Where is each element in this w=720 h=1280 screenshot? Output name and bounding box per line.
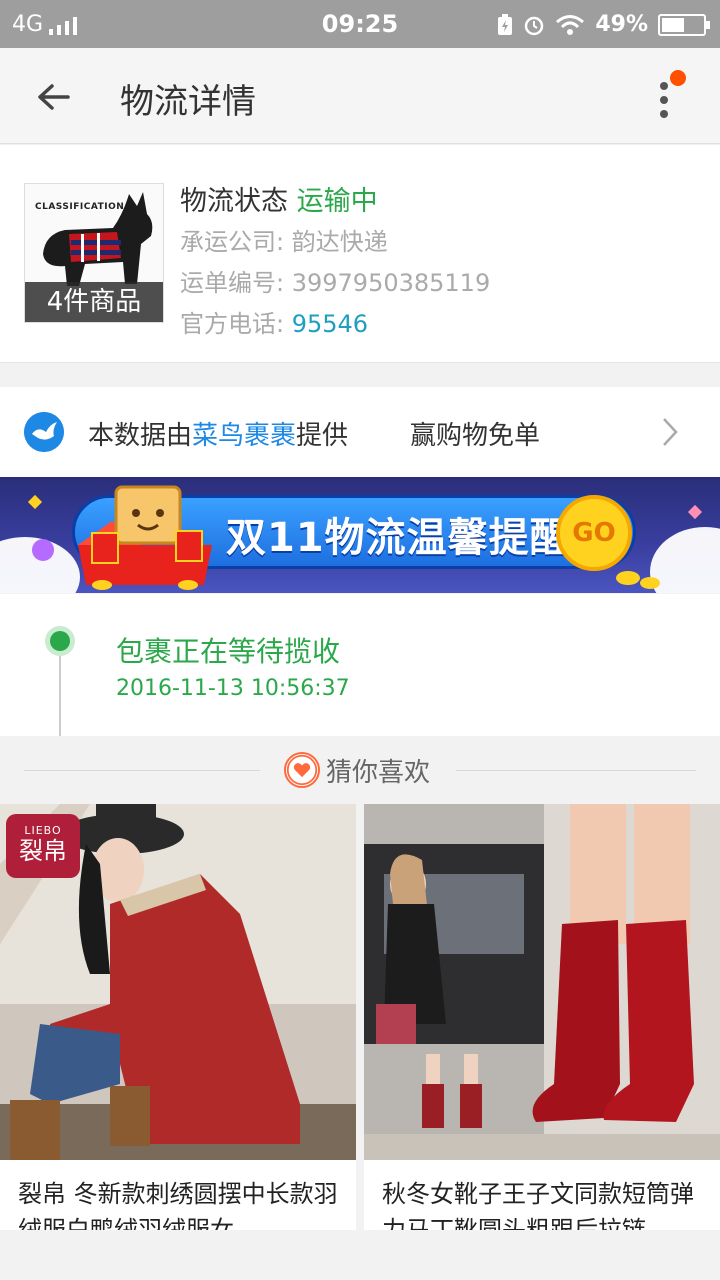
chevron-right-icon[interactable] [660, 417, 680, 447]
timeline-event-time: 2016-11-13 10:56:37 [116, 676, 350, 701]
provider-prefix: 本数据由 [88, 421, 193, 451]
tracking-row: 运单编号: 3997950385119 [180, 263, 490, 304]
free-order-promo[interactable]: 赢购物免单 [410, 415, 540, 452]
status-bar: 4G 09:25 49% [0, 0, 720, 48]
more-dot-icon [660, 110, 668, 118]
coin-decoration [616, 571, 640, 585]
more-menu-button[interactable] [650, 70, 694, 126]
status-row: 物流状态 运输中 [180, 181, 490, 222]
status-label: 物流状态 [180, 186, 288, 217]
star-decoration [687, 504, 703, 520]
more-dot-icon [660, 96, 668, 104]
more-dot-icon [660, 82, 668, 90]
back-arrow-icon[interactable] [30, 72, 80, 122]
planet-decoration [32, 539, 54, 561]
divider-line [24, 770, 260, 771]
timeline-connector [59, 652, 61, 736]
product-title[interactable]: 秋冬女靴子王子文同款短筒弹力马丁靴圆头粗跟后拉链 [382, 1176, 712, 1230]
timeline-event-text: 包裹正在等待揽收 [116, 635, 341, 668]
notification-badge [670, 70, 686, 86]
divider-line [456, 770, 696, 771]
recommendations-header: 猜你喜欢 [0, 736, 720, 804]
heart-icon [284, 752, 320, 788]
battery-level [662, 17, 684, 32]
tracking-timeline: 包裹正在等待揽收 2016-11-13 10:56:37 [0, 594, 720, 736]
timeline-current-dot [45, 626, 75, 656]
item-count-caption: 4件商品 [25, 282, 163, 322]
product-title[interactable]: 裂帛 冬新款刺绣圆摆中长款羽绒服白鸭绒羽绒服女 [18, 1176, 348, 1230]
logistics-summary-card[interactable]: CLASSIFICATION 4件商品 物流状态 运输中 承运公司: 韵达快递 … [0, 145, 720, 363]
cainiao-bird-icon [24, 412, 64, 452]
battery-icon [658, 13, 710, 36]
banner-headline: 双11物流温馨提醒 [226, 515, 571, 561]
carrier-label: 承运公司: [180, 228, 292, 256]
product-image-red-down-jacket[interactable]: LIEBO 裂帛 [0, 804, 356, 1160]
phone-number-link[interactable]: 95546 [292, 310, 368, 338]
page-title: 物流详情 [120, 82, 256, 122]
app-header: 物流详情 [0, 48, 720, 144]
product-card[interactable]: 秋冬女靴子王子文同款短筒弹力马丁靴圆头粗跟后拉链 [364, 804, 720, 1230]
wifi-icon [556, 14, 585, 35]
battery-saver-icon [498, 13, 513, 35]
logistics-info: 物流状态 运输中 承运公司: 韵达快递 运单编号: 3997950385119 … [180, 181, 490, 345]
gift-box-mascot-icon [78, 485, 212, 590]
tracking-label: 运单编号: [180, 269, 292, 297]
recommendations-title: 猜你喜欢 [326, 758, 431, 788]
tracking-number: 3997950385119 [291, 269, 491, 297]
star-decoration [27, 494, 43, 510]
status-icons: 49% [497, 12, 710, 37]
coin-decoration [640, 577, 660, 589]
product-photo-boots [364, 804, 720, 1160]
product-card[interactable]: LIEBO 裂帛 裂帛 冬新款刺绣圆摆中长款羽绒服白鸭绒羽绒服女 [0, 804, 356, 1230]
thumb-brand-text: CLASSIFICATION [35, 202, 125, 212]
double11-promo-banner[interactable]: 双11物流温馨提醒 GO [0, 477, 720, 593]
provider-suffix: 提供 [296, 421, 349, 451]
cloud-decoration [650, 527, 720, 593]
status-value: 运输中 [296, 186, 378, 217]
provider-name-link[interactable]: 菜鸟裹裹 [192, 421, 296, 451]
data-provider-row[interactable]: 本数据由菜鸟裹裹提供 赢购物免单 [0, 387, 720, 477]
package-thumbnail[interactable]: CLASSIFICATION 4件商品 [24, 183, 164, 323]
battery-percent: 49% [595, 12, 648, 37]
banner-go-button[interactable]: GO [556, 495, 632, 571]
carrier-value: 韵达快递 [291, 228, 388, 256]
liebo-brand-logo: LIEBO 裂帛 [6, 814, 80, 878]
provider-text: 本数据由菜鸟裹裹提供 [88, 415, 348, 452]
product-image-red-boots[interactable] [364, 804, 720, 1160]
alarm-icon [525, 16, 544, 35]
bottom-spacer [0, 1230, 720, 1280]
phone-label: 官方电话: [180, 310, 292, 338]
phone-row: 官方电话: 95546 [180, 304, 490, 345]
carrier-row: 承运公司: 韵达快递 [180, 222, 490, 263]
